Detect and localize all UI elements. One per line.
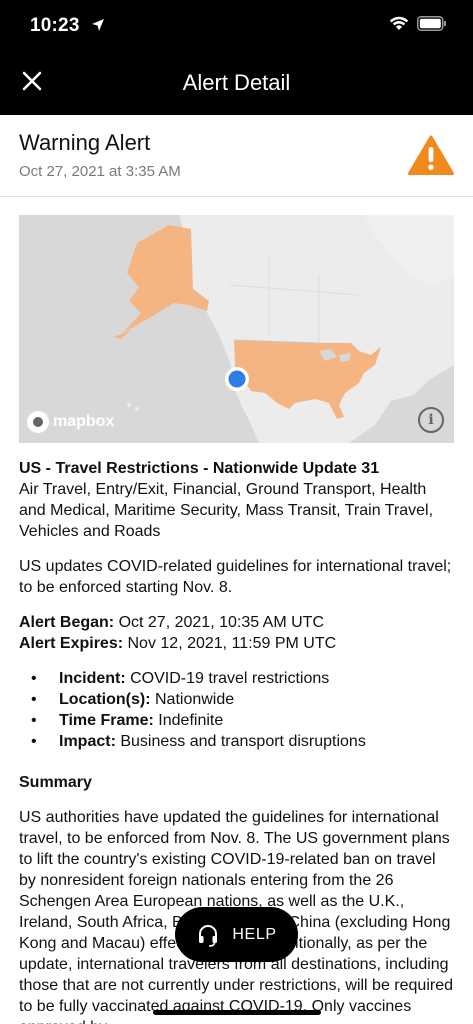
alert-map[interactable]: mapbox i bbox=[19, 215, 454, 443]
point-location: Location(s): Nationwide bbox=[31, 689, 455, 710]
alert-points: Incident: COVID-19 travel restrictions L… bbox=[31, 668, 455, 752]
map-info-icon[interactable]: i bbox=[418, 407, 444, 433]
summary-title: Summary bbox=[19, 774, 92, 791]
point-time-frame: Time Frame: Indefinite bbox=[31, 710, 455, 731]
warning-icon bbox=[408, 135, 454, 175]
help-button[interactable]: HELP bbox=[175, 907, 298, 962]
alert-summary-short: US updates COVID-related guidelines for … bbox=[19, 558, 452, 596]
point-incident: Incident: COVID-19 travel restrictions bbox=[31, 668, 455, 689]
nav-title: Alert Detail bbox=[182, 70, 291, 95]
alert-date: Oct 27, 2021 at 3:35 AM bbox=[19, 163, 181, 180]
point-impact: Impact: Business and transport disruptio… bbox=[31, 731, 455, 752]
battery-icon bbox=[417, 16, 446, 31]
status-icons bbox=[389, 16, 447, 31]
status-time: 10:23 bbox=[30, 15, 105, 37]
alert-categories: Air Travel, Entry/Exit, Financial, Groun… bbox=[19, 481, 434, 540]
alert-header: Warning Alert Oct 27, 2021 at 3:35 AM bbox=[0, 115, 473, 197]
alert-detail-screen: 10:23 Alert Detail Warning Alert Oct 27,… bbox=[0, 0, 473, 1024]
help-label: HELP bbox=[232, 925, 277, 943]
home-indicator[interactable] bbox=[153, 1010, 321, 1015]
top-bar: 10:23 Alert Detail bbox=[0, 0, 473, 115]
map-canvas bbox=[19, 215, 454, 443]
alert-headline: US - Travel Restrictions - Nationwide Up… bbox=[19, 460, 380, 477]
headset-icon bbox=[199, 924, 218, 947]
alert-title: Warning Alert bbox=[19, 130, 151, 155]
location-arrow-icon bbox=[92, 19, 105, 31]
alert-began: Alert Began: Oct 27, 2021, 10:35 AM UTC bbox=[19, 614, 325, 631]
wifi-icon bbox=[389, 16, 409, 30]
mapbox-icon bbox=[27, 411, 49, 433]
alert-expires: Alert Expires: Nov 12, 2021, 11:59 PM UT… bbox=[19, 635, 337, 652]
mapbox-logo[interactable]: mapbox bbox=[27, 411, 114, 433]
